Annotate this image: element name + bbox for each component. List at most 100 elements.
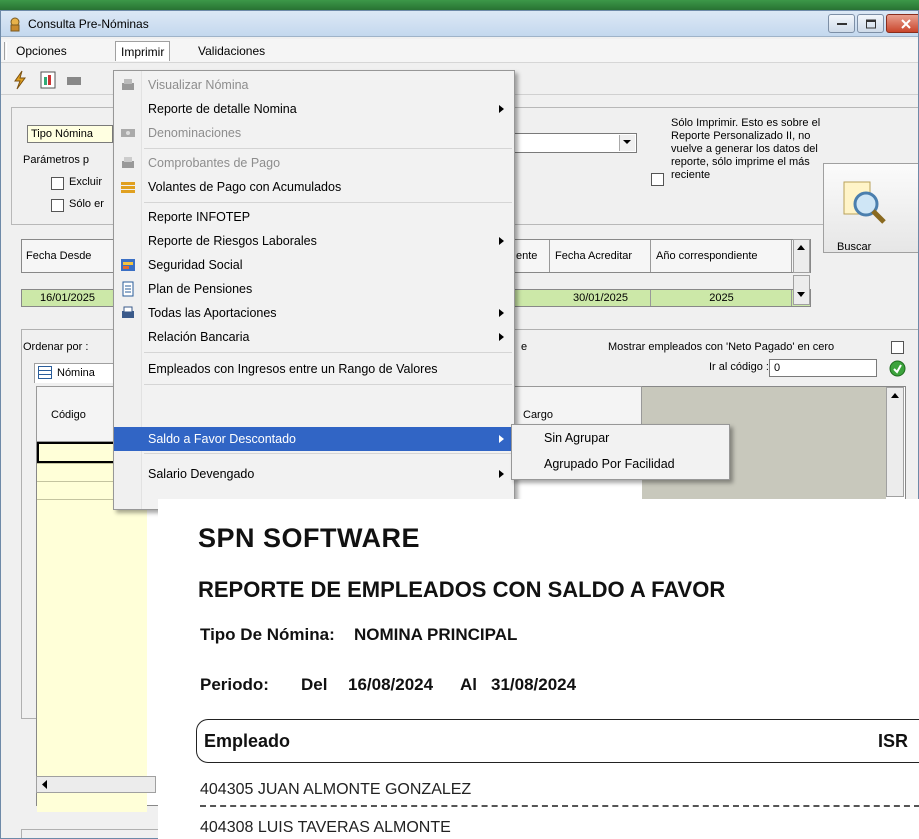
status-bar [21,829,161,838]
menu-item-label: Volantes de Pago con Acumulados [148,180,342,194]
col-cargo[interactable]: Cargo [523,409,553,421]
ir-codigo-input[interactable]: 0 [769,359,877,377]
period-grid-scroll-down[interactable] [793,275,810,305]
report-col-empleado: Empleado [204,731,291,751]
menu-item-aportaciones[interactable]: Todas las Aportaciones [114,301,514,325]
parametros-label: Parámetros p [23,154,90,166]
menu-item-label: Comprobantes de Pago [148,156,281,170]
ir-codigo-label: Ir al código : [709,361,769,373]
menu-item-label: Reporte INFOTEP [148,210,251,224]
menu-separator [144,352,512,353]
menu-item-reporte-detalle[interactable]: Reporte de detalle Nomina [114,97,514,121]
report-periodo-del: Del [301,675,328,694]
col-fecha-acreditar[interactable]: Fecha Acreditar [551,240,651,272]
excluir-label: Excluir [69,176,103,188]
buscar-button[interactable] [823,163,918,253]
menu-separator [144,453,512,454]
employees-vscroll[interactable] [886,387,904,497]
solo-imprimir-checkbox[interactable] [651,173,664,186]
ordenar-label: Ordenar por : [23,341,89,353]
maximize-button[interactable] [857,14,884,33]
menu-item-plan-pensiones[interactable]: Plan de Pensiones [114,277,514,301]
menu-opciones[interactable]: Opciones [11,41,72,61]
period-grid-scroll-up[interactable] [793,239,810,273]
print-toolbar-icon[interactable] [63,69,85,91]
col-partial[interactable]: ente [514,240,550,272]
menu-separator [144,202,512,203]
document-icon [122,281,134,297]
go-icon[interactable] [889,360,906,377]
excluir-checkbox[interactable] [51,177,64,190]
mostrar-checkbox[interactable] [891,341,904,354]
security-icon [121,259,135,271]
submenu-arrow-icon [499,237,504,245]
close-button[interactable] [886,14,918,33]
menu-item-label: Seguridad Social [148,258,243,272]
menu-bar: Opciones Imprimir Validaciones [1,39,918,63]
report-tipo-value: NOMINA PRINCIPAL [354,625,518,644]
submenu-sin-agrupar[interactable]: Sin Agrupar [544,431,609,445]
report-header-box [196,719,919,763]
menu-item-label: Denominaciones [148,126,242,140]
menu-item-comprobantes[interactable]: Comprobantes de Pago [114,151,514,175]
cell-fecha-acreditar[interactable]: 30/01/2025 [551,290,651,306]
menu-item-relacion-bancaria[interactable]: Relación Bancaria [114,325,514,349]
report-tipo-label: Tipo De Nómina: [200,625,335,644]
menu-separator [144,148,512,149]
selected-cell[interactable] [37,442,117,463]
menu-item-label: Todas las Aportaciones [148,306,277,320]
menu-item-riesgos[interactable]: Reporte de Riesgos Laborales [114,229,514,253]
menu-separator [144,384,512,385]
submenu-arrow-icon [499,333,504,341]
col-ano-correspondiente[interactable]: Año correspondiente [652,240,792,272]
employees-hscroll[interactable] [36,776,156,793]
menu-item-salario-devengado[interactable]: Salario Devengado [114,462,514,486]
col-codigo[interactable]: Código [51,409,86,421]
menu-item-seguridad-social[interactable]: Seguridad Social [114,253,514,277]
ordenar-suffix: e [521,341,528,353]
money-stack-icon [121,182,135,193]
tipo-nomina-label: Tipo Nómina [27,125,113,143]
report-periodo-to: 31/08/2024 [491,675,577,694]
menu-item-label: Plan de Pensiones [148,282,253,296]
menu-item-denominaciones[interactable]: Denominaciones [114,121,514,145]
menubar-grip [4,42,7,60]
report-row: 404305 JUAN ALMONTE GONZALEZ [200,781,472,798]
solo-checkbox[interactable] [51,199,64,212]
menu-item-volantes[interactable]: Volantes de Pago con Acumulados [114,175,514,199]
menu-item-saldo-favor[interactable]: Saldo a Favor Descontado [114,427,514,451]
menu-item-rango-valores[interactable]: Empleados con Ingresos entre un Rango de… [114,357,514,381]
report-row: 404308 LUIS TAVERAS ALMONTE [200,819,451,836]
submenu-arrow-icon [499,470,504,478]
submenu-arrow-icon [499,435,504,443]
title-bar[interactable]: Consulta Pre-Nóminas [1,11,918,37]
chevron-down-icon[interactable] [619,135,635,151]
report-icon[interactable] [37,69,59,91]
menu-item-label: Reporte de detalle Nomina [148,102,297,116]
col-fecha-desde[interactable]: Fecha Desde [22,240,114,272]
minimize-button[interactable] [828,14,855,33]
printer-icon [122,157,134,168]
menu-item-label: Salario Devengado [148,467,255,481]
menu-validaciones[interactable]: Validaciones [193,41,270,61]
menu-item-visualizar-nomina[interactable]: Visualizar Nómina [114,73,514,97]
cash-icon [121,129,135,137]
menu-imprimir[interactable]: Imprimir [115,41,171,61]
report-col-isr: ISR [878,731,909,751]
report-row-divider [200,805,919,807]
lightning-icon[interactable] [9,69,31,91]
submenu-arrow-icon [499,105,504,113]
menu-item-infotep[interactable]: Reporte INFOTEP [114,205,514,229]
submenu-agrupado-facilidad[interactable]: Agrupado Por Facilidad [544,457,675,471]
report-periodo-from: 16/08/2024 [348,675,434,694]
report-title: REPORTE DE EMPLEADOS CON SALDO A FAVOR [198,577,726,602]
report-periodo-label: Periodo: [200,675,269,694]
menu-item-label: Reporte de Riesgos Laborales [148,234,317,248]
menu-item-label: Saldo a Favor Descontado [148,432,297,446]
printer-icon [122,306,134,318]
report-preview: SPN SOFTWARE REPORTE DE EMPLEADOS CON SA… [158,499,919,839]
report-periodo-al: Al [460,675,477,694]
cell-ano[interactable]: 2025 [652,290,792,306]
cell-fecha-desde[interactable]: 16/01/2025 [22,290,114,306]
tipo-nomina-select[interactable] [513,133,637,153]
